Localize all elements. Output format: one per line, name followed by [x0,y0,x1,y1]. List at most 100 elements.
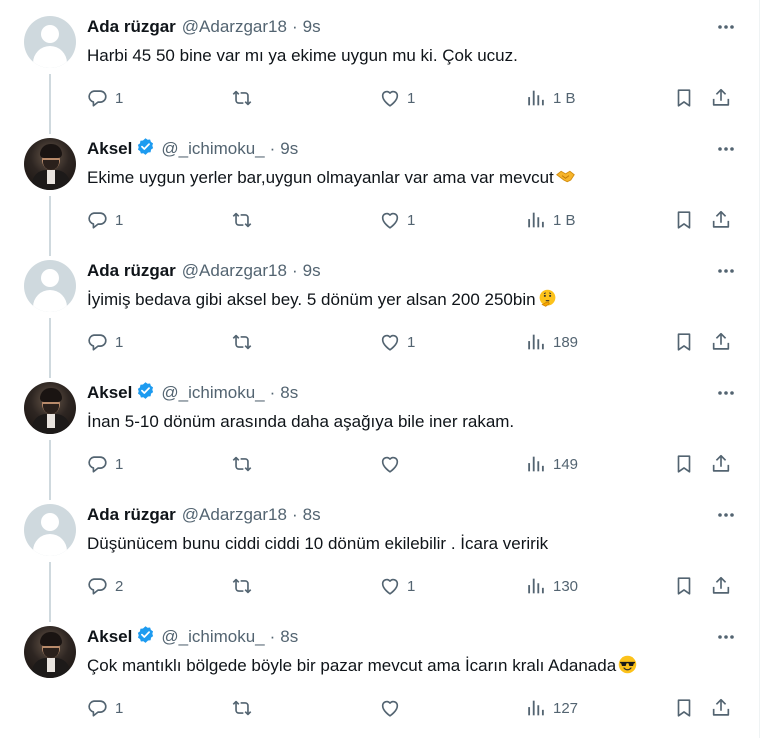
reply-icon [88,90,107,107]
timestamp[interactable]: 9s [303,261,321,281]
display-name[interactable]: Aksel [87,627,132,647]
tweet-text-body: İnan 5-10 dönüm arasında daha aşağıya bi… [87,412,515,431]
tweet-1[interactable]: Ada rüzgar @Adarzgar18 · 9s Harbi 45 50 … [0,0,760,134]
bookmark-button[interactable] [673,86,695,110]
views-button[interactable]: 1 B [525,86,576,110]
views-button[interactable]: 130 [525,574,578,598]
default-avatar[interactable] [24,16,76,68]
reply-button[interactable]: 2 [87,574,123,598]
retweet-icon [232,578,252,594]
views-button[interactable]: 127 [525,696,578,720]
bookmark-button[interactable] [673,208,695,232]
tweet-text: Harbi 45 50 bine var mı ya ekime uygun m… [87,44,736,68]
heart-icon [381,578,399,595]
more-options-icon[interactable] [716,382,736,404]
like-button[interactable] [379,452,407,476]
default-avatar[interactable] [24,504,76,556]
reply-count: 1 [115,333,124,351]
bookmark-button[interactable] [673,696,695,720]
thread-line [49,244,51,256]
retweet-icon [232,700,252,716]
tweet-text: Çok mantıklı bölgede böyle bir pazar mev… [87,654,736,678]
profile-photo-avatar[interactable] [24,382,76,434]
share-button[interactable] [710,452,732,476]
views-icon [528,456,544,472]
share-button[interactable] [710,86,732,110]
tweet-3[interactable]: Ada rüzgar @Adarzgar18 · 9s İyimiş bedav… [0,244,760,378]
more-options-icon[interactable] [716,626,736,648]
bookmark-icon [677,577,691,595]
more-options-icon[interactable] [716,504,736,526]
reply-button[interactable]: 1 [87,452,123,476]
tweet-text-body: Çok mantıklı bölgede böyle bir pazar mev… [87,656,617,675]
like-button[interactable]: 1 [379,330,415,354]
display-name[interactable]: Aksel [87,383,132,403]
retweet-button[interactable] [231,452,259,476]
thread-line [49,122,51,134]
tweet-text-body: Harbi 45 50 bine var mı ya ekime uygun m… [87,46,518,65]
more-options-icon[interactable] [716,138,736,160]
retweet-button[interactable] [231,696,259,720]
profile-photo-avatar[interactable] [24,138,76,190]
tweet-4[interactable]: Aksel @_ichimoku_ · 8s İnan 5-10 dönüm a… [0,366,760,500]
more-options-icon[interactable] [716,260,736,282]
tweet-actions: 1 1 189 [87,330,736,354]
user-handle[interactable]: @Adarzgar18 [182,261,287,281]
separator-dot: · [269,383,276,402]
display-name[interactable]: Ada rüzgar [87,261,176,281]
reply-button[interactable]: 1 [87,696,123,720]
tweet-text-body: İyimiş bedava gibi aksel bey. 5 dönüm ye… [87,290,536,309]
reply-button[interactable]: 1 [87,208,123,232]
more-options-icon[interactable] [716,16,736,38]
user-handle[interactable]: @_ichimoku_ [161,139,264,159]
user-handle[interactable]: @Adarzgar18 [182,17,287,37]
tweet-header: Ada rüzgar @Adarzgar18 · 9s [87,260,736,282]
share-button[interactable] [710,330,732,354]
reply-button[interactable]: 1 [87,86,123,110]
default-avatar[interactable] [24,260,76,312]
retweet-button[interactable] [231,330,259,354]
display-name[interactable]: Ada rüzgar [87,17,176,37]
like-count: 1 [407,211,416,229]
timestamp[interactable]: 9s [280,139,298,159]
timestamp[interactable]: 8s [280,627,298,647]
views-icon [528,212,544,228]
tweet-5[interactable]: Ada rüzgar @Adarzgar18 · 8s Düşünücem bu… [0,488,760,622]
bookmark-button[interactable] [673,574,695,598]
views-button[interactable]: 1 B [525,208,576,232]
views-button[interactable]: 189 [525,330,578,354]
share-button[interactable] [710,208,732,232]
user-handle[interactable]: @_ichimoku_ [161,383,264,403]
like-button[interactable]: 1 [379,574,415,598]
separator-dot: · [269,139,276,158]
retweet-button[interactable] [231,574,259,598]
like-button[interactable]: 1 [379,86,415,110]
share-icon [712,210,730,228]
reply-button[interactable]: 1 [87,330,123,354]
share-button[interactable] [710,574,732,598]
retweet-button[interactable] [231,208,259,232]
timestamp[interactable]: 8s [303,505,321,525]
timestamp[interactable]: 8s [280,383,298,403]
like-button[interactable]: 1 [379,208,415,232]
display-name[interactable]: Aksel [87,139,132,159]
bookmark-button[interactable] [673,452,695,476]
reply-count: 2 [115,577,124,595]
views-icon [528,700,544,716]
display-name[interactable]: Ada rüzgar [87,505,176,525]
views-button[interactable]: 149 [525,452,578,476]
timestamp[interactable]: 9s [303,17,321,37]
tweet-2[interactable]: Aksel @_ichimoku_ · 9s Ekime uygun yerle… [0,122,760,256]
user-handle[interactable]: @_ichimoku_ [161,627,264,647]
profile-photo-avatar[interactable] [24,626,76,678]
user-handle[interactable]: @Adarzgar18 [182,505,287,525]
share-button[interactable] [710,696,732,720]
like-button[interactable] [379,696,407,720]
bookmark-button[interactable] [673,330,695,354]
retweet-button[interactable] [231,86,259,110]
heart-icon [381,212,399,229]
views-count: 1 B [553,89,576,107]
views-count: 127 [553,699,579,717]
tweet-6[interactable]: Aksel @_ichimoku_ · 8s Çok mantıklı bölg… [0,610,760,732]
reply-count: 1 [115,699,124,717]
